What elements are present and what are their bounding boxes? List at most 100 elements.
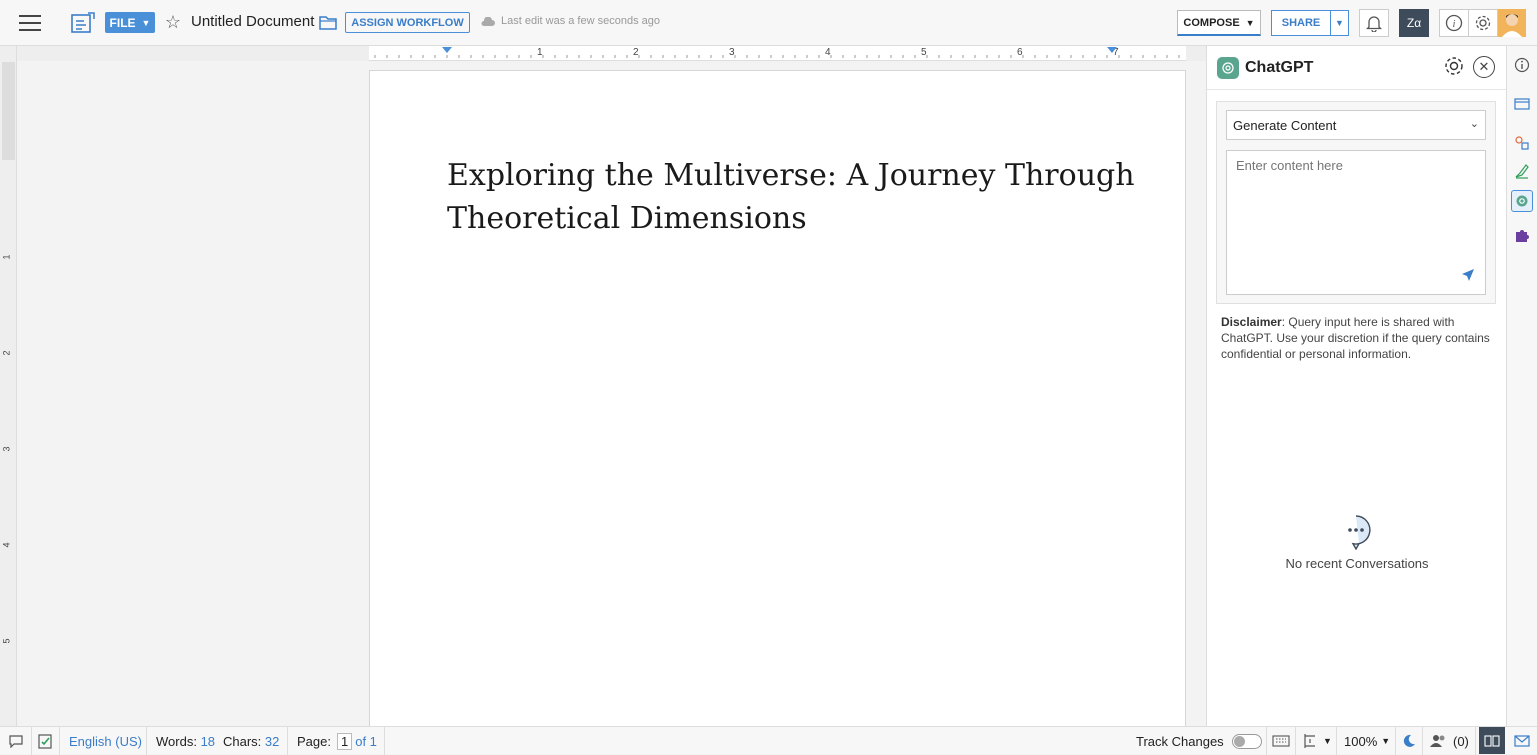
divider xyxy=(146,727,147,755)
divider xyxy=(31,727,32,755)
info-icon[interactable]: i xyxy=(1439,9,1469,37)
reading-view-icon[interactable] xyxy=(1479,727,1505,754)
info-icon[interactable] xyxy=(1511,54,1533,76)
track-changes-label: Track Changes xyxy=(1136,733,1224,749)
share-button[interactable]: SHARE xyxy=(1271,10,1331,36)
chevron-down-icon: ⌄ xyxy=(1469,118,1479,130)
divider xyxy=(1422,727,1423,755)
panel-title: ChatGPT xyxy=(1245,59,1314,76)
vertical-ruler-margin xyxy=(2,62,15,160)
feedback-mail-icon[interactable] xyxy=(1512,731,1532,751)
chat-bubble-icon xyxy=(1340,514,1372,551)
chevron-down-icon: ▼ xyxy=(1381,736,1391,746)
words-value: 18 xyxy=(200,733,216,749)
zoom-selector[interactable]: 100% ▼ xyxy=(1344,727,1390,755)
compose-mode-button[interactable]: COMPOSE ▼ xyxy=(1177,10,1261,36)
indent-marker-icon xyxy=(1107,47,1117,53)
ruler-number: 4 xyxy=(1,542,12,548)
prompt-box: Generate Content ⌄ xyxy=(1216,101,1496,304)
panel-header: ChatGPT ✕ xyxy=(1207,46,1507,90)
menu-icon[interactable] xyxy=(16,10,44,36)
file-menu-button[interactable]: FILE ▼ xyxy=(105,12,155,33)
divider xyxy=(287,727,288,755)
share-dropdown-button[interactable]: ▼ xyxy=(1330,10,1349,36)
send-icon[interactable] xyxy=(1461,268,1477,284)
chatgpt-logo-icon xyxy=(1217,57,1239,79)
card-icon[interactable] xyxy=(1511,93,1533,115)
document-heading[interactable]: Exploring the Multiverse: A Journey Thro… xyxy=(447,154,1147,240)
spellcheck-icon[interactable] xyxy=(35,731,55,751)
divider xyxy=(1395,727,1396,755)
dark-mode-moon-icon[interactable] xyxy=(1399,731,1419,751)
chevron-down-icon: ▼ xyxy=(1335,18,1344,28)
puzzle-icon[interactable] xyxy=(1511,224,1533,246)
document-title[interactable]: Untitled Document xyxy=(191,13,314,30)
ruler-number: 2 xyxy=(1,350,12,356)
prompt-input[interactable] xyxy=(1226,150,1486,295)
language-selector[interactable]: English (US) xyxy=(69,727,142,755)
divider xyxy=(384,727,385,755)
mode-select[interactable]: Generate Content ⌄ xyxy=(1226,110,1486,140)
empty-state-text: No recent Conversations xyxy=(1285,556,1429,571)
page-total: of 1 xyxy=(355,733,377,749)
collaborators-count: (0) xyxy=(1453,733,1469,749)
divider xyxy=(1336,727,1337,755)
indent-marker-icon xyxy=(442,47,452,53)
divider xyxy=(1266,727,1267,755)
track-changes[interactable]: Track Changes xyxy=(1136,727,1262,755)
page-label: Page: xyxy=(297,733,331,749)
track-changes-toggle[interactable] xyxy=(1231,733,1262,749)
collaborators-icon[interactable] xyxy=(1429,731,1449,751)
shapes-icon[interactable] xyxy=(1511,132,1533,154)
cloud-icon xyxy=(480,14,496,30)
chatgpt-panel: ChatGPT ✕ Generate Content ⌄ Disclaimer:… xyxy=(1206,46,1507,726)
disclaimer-label: Disclaimer xyxy=(1221,315,1282,329)
assign-workflow-button[interactable]: ASSIGN WORKFLOW xyxy=(345,12,470,33)
horizontal-ruler-margin-left xyxy=(17,46,369,61)
top-toolbar: FILE ▼ ☆ Untitled Document ASSIGN WORKFL… xyxy=(0,0,1537,46)
page-number-input[interactable]: 1 xyxy=(336,732,353,750)
chars-value: 32 xyxy=(264,733,280,749)
chevron-down-icon: ▼ xyxy=(141,17,151,28)
vertical-ruler[interactable]: 1 2 3 4 5 xyxy=(0,46,17,726)
chevron-down-icon[interactable]: ▼ xyxy=(1323,727,1332,755)
svg-text:i: i xyxy=(1453,19,1456,30)
word-count: Words: 18 xyxy=(156,727,215,755)
ruler-number: 3 xyxy=(1,446,12,452)
document-icon[interactable] xyxy=(70,10,96,36)
panel-settings-gear-icon[interactable] xyxy=(1443,55,1467,79)
divider xyxy=(1295,727,1296,755)
compose-label: COMPOSE xyxy=(1183,16,1240,29)
chevron-down-icon: ▼ xyxy=(1245,17,1255,28)
horizontal-ruler[interactable]: 1234567 xyxy=(369,46,1186,61)
page-layout-icon[interactable] xyxy=(1300,731,1320,751)
right-rail xyxy=(1506,46,1537,726)
char-count: Chars: 32 xyxy=(223,727,279,755)
divider xyxy=(1475,727,1476,755)
chatgpt-rail-icon[interactable] xyxy=(1511,190,1533,212)
disclaimer-text: Disclaimer: Query input here is shared w… xyxy=(1221,314,1501,362)
user-avatar[interactable] xyxy=(1498,9,1526,37)
folder-icon[interactable] xyxy=(318,12,338,32)
horizontal-ruler-margin-right xyxy=(1186,46,1206,61)
keyboard-icon[interactable] xyxy=(1271,731,1291,751)
divider xyxy=(59,727,60,755)
ruler-ticks xyxy=(374,47,1180,58)
ruler-number: 5 xyxy=(1,638,12,644)
close-icon[interactable]: ✕ xyxy=(1473,56,1495,78)
status-bar: English (US) Words: 18 Chars: 32 Page: 1… xyxy=(0,726,1537,755)
last-edit-status: Last edit was a few seconds ago xyxy=(501,15,660,27)
file-menu-label: FILE xyxy=(109,15,136,30)
settings-gear-icon[interactable] xyxy=(1468,9,1498,37)
translate-icon[interactable]: Zα xyxy=(1399,9,1429,37)
comment-icon[interactable] xyxy=(6,731,26,751)
page-indicator: Page: 1 of 1 xyxy=(297,727,377,755)
mode-select-value: Generate Content xyxy=(1233,118,1337,133)
zoom-value: 100% xyxy=(1344,733,1378,749)
star-icon[interactable]: ☆ xyxy=(162,11,184,33)
sign-icon[interactable] xyxy=(1511,160,1533,182)
ruler-number: 1 xyxy=(1,254,12,260)
words-label: Words: xyxy=(156,733,197,749)
chars-label: Chars: xyxy=(223,733,262,749)
bell-icon[interactable] xyxy=(1359,9,1389,37)
